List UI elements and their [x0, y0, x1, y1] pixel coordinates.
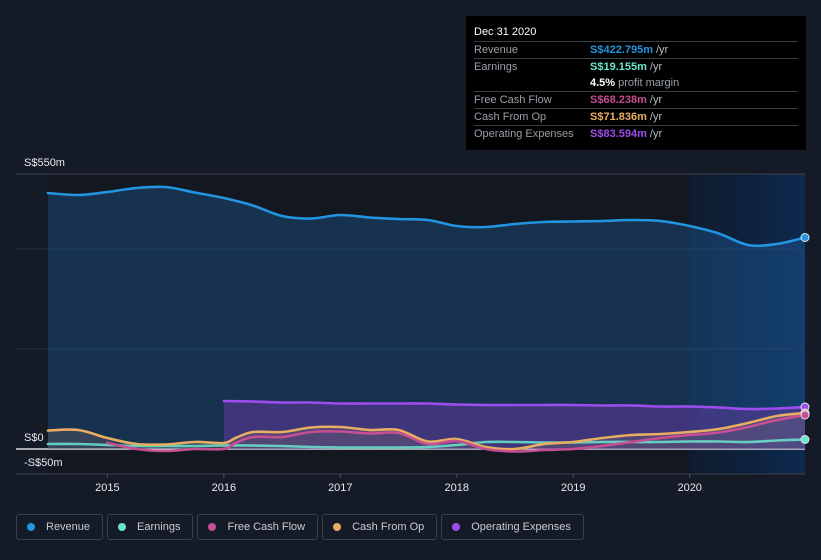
x-tick-label: 2017: [328, 482, 352, 494]
tooltip-value: S$19.155m: [590, 61, 647, 73]
tooltip-unit: /yr: [649, 61, 663, 73]
x-tick-label: 2015: [95, 482, 119, 494]
tooltip-label: Cash From Op: [474, 111, 547, 123]
tooltip-row-earnings: Earnings S$19.155m /yr: [474, 58, 798, 75]
legend-label: Earnings: [137, 521, 181, 533]
tooltip-row-revenue: Revenue S$422.795m /yr: [474, 41, 798, 58]
tooltip-unit: /yr: [649, 128, 663, 140]
x-tick-label: 2018: [445, 482, 469, 494]
y-label-min: -S$50m: [24, 457, 63, 469]
y-label-zero: S$0: [24, 432, 44, 444]
legend-item-revenue[interactable]: Revenue: [16, 514, 104, 540]
legend-dot-icon: [118, 523, 127, 531]
tooltip-value: S$83.594m: [590, 128, 647, 140]
legend-label: Free Cash Flow: [227, 521, 306, 533]
tooltip-row-free-cash-flow: Free Cash Flow S$68.238m /yr: [474, 91, 798, 108]
tooltip-unit: /yr: [649, 111, 663, 123]
earnings-end-marker: [800, 435, 810, 444]
legend-item-free-cash-flow[interactable]: Free Cash Flow: [197, 514, 319, 540]
tooltip-row-cash-from-op: Cash From Op S$71.836m /yr: [474, 108, 798, 125]
legend-item-operating-expenses[interactable]: Operating Expenses: [441, 514, 584, 540]
tooltip-label-empty: [474, 75, 590, 91]
x-tick-label: 2016: [212, 482, 236, 494]
tooltip-label: Operating Expenses: [474, 128, 574, 140]
tooltip-label: Earnings: [474, 61, 518, 73]
revenue-end-marker: [800, 233, 810, 242]
legend-label: Revenue: [46, 521, 91, 533]
legend-item-earnings[interactable]: Earnings: [107, 514, 194, 540]
profit-margin-label: profit margin: [618, 77, 680, 89]
legend-dot-icon: [208, 523, 217, 531]
tooltip: Dec 31 2020 Revenue S$422.795m /yr Earni…: [466, 16, 806, 150]
tooltip-value: S$422.795m: [590, 44, 653, 56]
legend-item-cash-from-op[interactable]: Cash From Op: [322, 514, 438, 540]
y-label-max: S$550m: [24, 157, 65, 169]
tooltip-date: Dec 31 2020: [474, 26, 537, 38]
legend-label: Cash From Op: [352, 521, 425, 533]
legend-dot-icon: [452, 523, 461, 531]
tooltip-value: S$68.238m: [590, 94, 647, 106]
tooltip-value: S$71.836m: [590, 111, 647, 123]
tooltip-label: Revenue: [474, 44, 519, 56]
legend-dot-icon: [333, 523, 342, 531]
x-tick-label: 2020: [677, 482, 701, 494]
legend-dot-icon: [27, 523, 35, 531]
tooltip-unit: /yr: [656, 44, 669, 56]
tooltip-row-operating-expenses: Operating Expenses S$83.594m /yr: [474, 125, 798, 142]
legend: Revenue Earnings Free Cash Flow Cash Fro…: [16, 514, 584, 540]
legend-label: Operating Expenses: [471, 521, 571, 533]
x-tick-label: 2019: [561, 482, 585, 494]
free-cash-flow-end-marker: [800, 410, 810, 420]
tooltip-row-profit-margin: 4.5% profit margin: [474, 75, 798, 91]
tooltip-label: Free Cash Flow: [474, 94, 552, 106]
tooltip-unit: /yr: [649, 94, 663, 106]
profit-margin-value: 4.5%: [590, 77, 616, 89]
